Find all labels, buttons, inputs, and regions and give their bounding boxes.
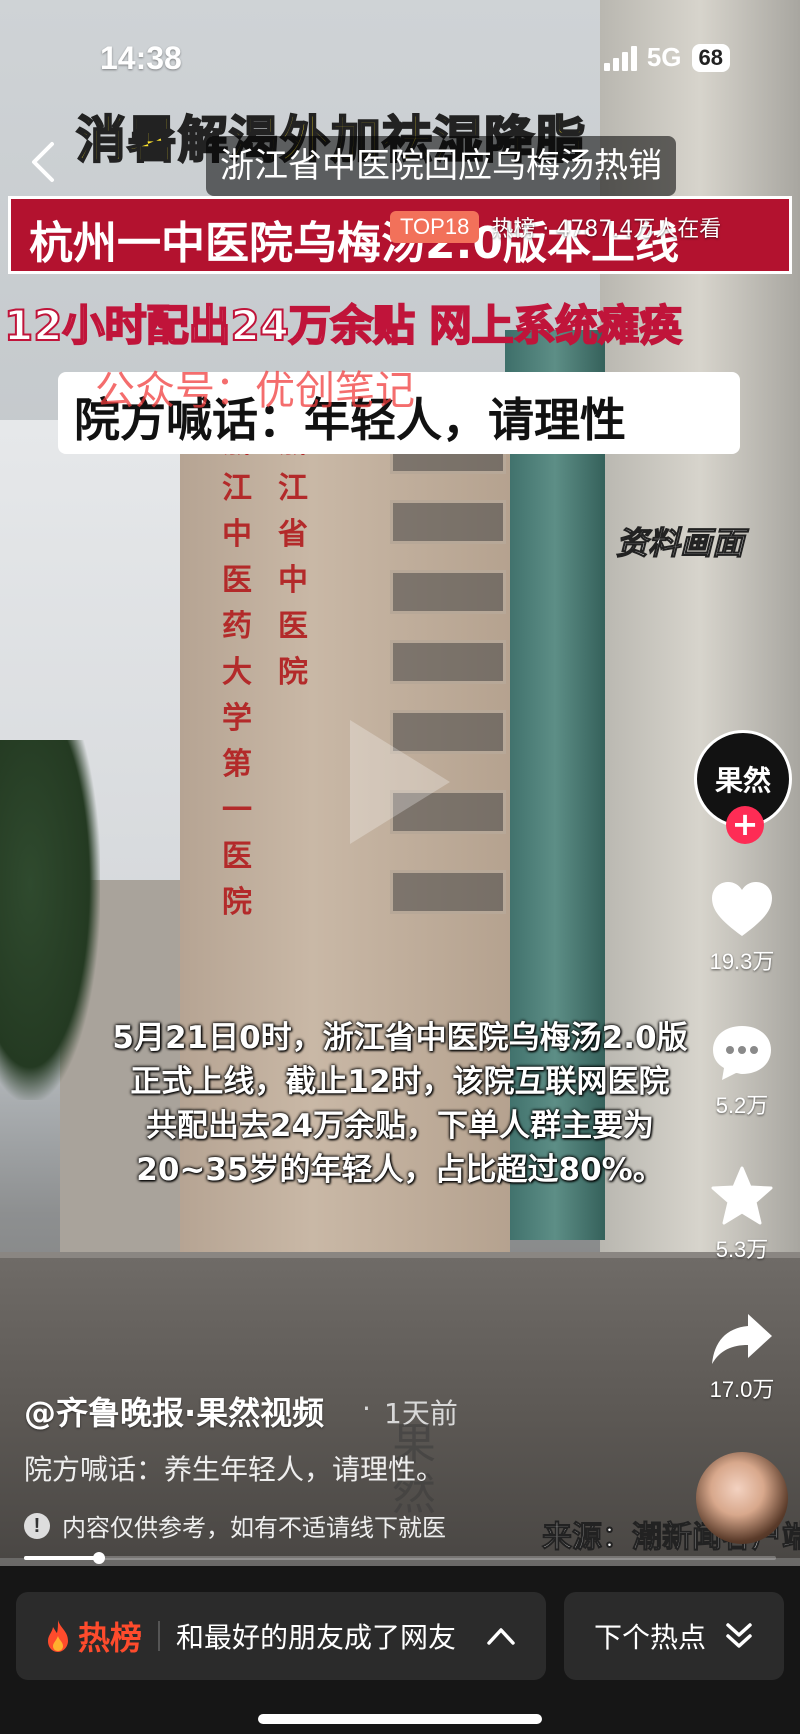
video-description[interactable]: 院方喊话：养生年轻人，请理性。 xyxy=(24,1448,444,1488)
video-caption: 5月21日0时，浙江省中医院乌梅汤2.0版 正式上线，截止12时，该院互联网医院… xyxy=(40,1016,760,1192)
disclaimer-text: 内容仅供参考，如有不适请线下就医 xyxy=(62,1514,446,1542)
hot-stats: 热榜 · 4787.4万人在看 xyxy=(491,217,722,242)
watermark-text: 公众号：优创笔记 xyxy=(95,368,415,414)
window xyxy=(390,570,506,614)
chevron-up-icon[interactable] xyxy=(486,1626,516,1646)
comment-button[interactable]: 5.2万 xyxy=(694,1022,790,1120)
info-icon: ! xyxy=(24,1512,50,1539)
window xyxy=(390,500,506,544)
progress-bar[interactable] xyxy=(24,1552,776,1564)
share-arrow-icon xyxy=(712,1314,772,1364)
follow-button[interactable]: + xyxy=(726,806,764,844)
back-button[interactable] xyxy=(30,140,70,190)
progress-fill xyxy=(24,1556,100,1560)
archive-footage-label: 资料画面 xyxy=(615,524,745,563)
favorite-count: 5.3万 xyxy=(715,1237,769,1262)
flame-icon xyxy=(48,1620,68,1652)
divider xyxy=(158,1621,161,1651)
like-count: 19.3万 xyxy=(709,949,775,974)
separator-dot: · xyxy=(362,1392,371,1425)
headline-stats: 12小时配出24万余贴 网上系统瘫痪 xyxy=(3,300,683,351)
share-count: 17.0万 xyxy=(709,1377,775,1402)
status-indicators: 5G 68 xyxy=(603,42,730,73)
author-avatar[interactable]: 果然 + xyxy=(694,730,792,844)
share-button[interactable]: 17.0万 xyxy=(694,1310,790,1404)
play-icon[interactable] xyxy=(350,720,450,844)
video-player-screen[interactable]: 浙江中医药大学第一医院 浙江省中医院 14:38 5G 68 消暑解渴外加祛湿降… xyxy=(0,0,800,1734)
caption-line: 正式上线，截止12时，该院互联网医院 xyxy=(130,1064,670,1100)
status-time: 14:38 xyxy=(100,40,182,76)
caption-line: 共配出去24万余贴，下单人群主要为 xyxy=(145,1108,655,1144)
heart-icon xyxy=(712,882,772,936)
window xyxy=(390,640,506,684)
battery-icon: 68 xyxy=(691,43,730,72)
hot-topic-text: 和最好的朋友成了网友 xyxy=(176,1621,457,1654)
next-hot-button[interactable]: 下个热点 xyxy=(564,1592,784,1680)
caption-line: 5月21日0时，浙江省中医院乌梅汤2.0版 xyxy=(112,1020,688,1056)
signal-icon xyxy=(603,45,637,71)
caption-line: 20~35岁的年轻人，占比超过80%。 xyxy=(136,1152,664,1188)
comment-count: 5.2万 xyxy=(715,1093,769,1118)
building-sign-left: 浙江中医药大学第一医院 xyxy=(222,425,252,920)
chevron-left-icon xyxy=(32,142,54,182)
hot-list-label: 热榜 xyxy=(78,1619,143,1657)
hot-topic-title[interactable]: 浙江省中医院回应乌梅汤热销 xyxy=(206,136,676,196)
network-type: 5G xyxy=(646,42,682,72)
music-disc-avatar[interactable] xyxy=(696,1452,788,1544)
bottom-hot-bar: 热榜 和最好的朋友成了网友 下个热点 xyxy=(0,1566,800,1734)
window xyxy=(390,870,506,914)
home-indicator[interactable] xyxy=(258,1714,542,1724)
double-chevron-down-icon xyxy=(726,1623,752,1648)
hot-list-entry[interactable]: 热榜 和最好的朋友成了网友 xyxy=(16,1592,546,1680)
hot-topic-meta[interactable]: TOP18 热榜 · 4787.4万人在看 xyxy=(390,205,721,249)
rank-badge: TOP18 xyxy=(390,211,480,243)
next-hot-label: 下个热点 xyxy=(593,1621,706,1654)
medical-disclaimer: ! 内容仅供参考，如有不适请线下就医 xyxy=(24,1508,446,1543)
comment-icon xyxy=(713,1026,771,1080)
like-button[interactable]: 19.3万 xyxy=(694,880,790,976)
building-sign-right: 浙江省中医院 xyxy=(278,425,308,690)
favorite-button[interactable]: 5.3万 xyxy=(694,1166,790,1264)
author-name[interactable]: @齐鲁晚报·果然视频 xyxy=(24,1388,324,1434)
star-icon xyxy=(711,1166,773,1225)
